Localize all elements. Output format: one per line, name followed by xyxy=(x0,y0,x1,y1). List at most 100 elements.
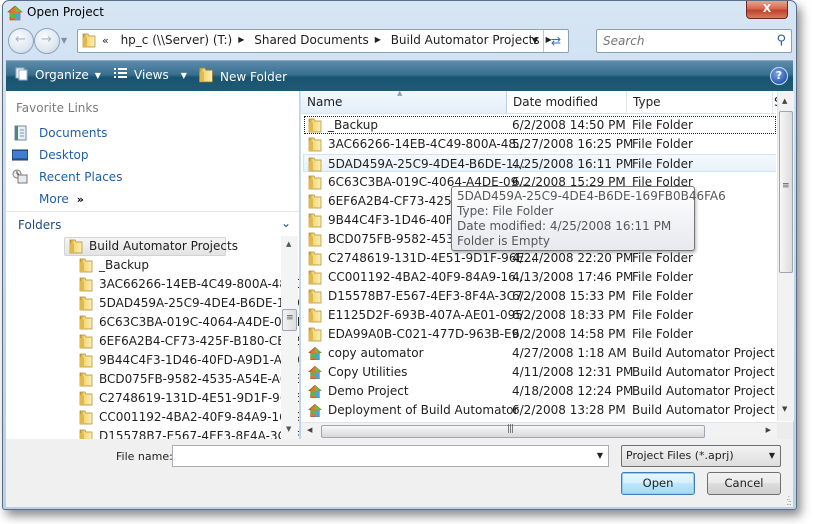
folder-info-tooltip: 5DAD459A-25C9-4DE4-B6DE-169FB0B46FA6 Typ… xyxy=(451,186,726,251)
resize-grip-icon[interactable]: .:.:: xyxy=(786,494,792,507)
views-dropdown-icon: ▼ xyxy=(180,71,187,80)
column-header-name[interactable]: ▲ Name xyxy=(301,89,507,113)
close-button[interactable]: X xyxy=(746,1,788,19)
scrollbar-thumb[interactable]: ≡ xyxy=(282,309,297,331)
project-file-row[interactable]: Copy Utilities 4/11/2008 12:31 PM Build Au… xyxy=(304,363,776,381)
cancel-button[interactable]: Cancel xyxy=(707,472,781,495)
folder-icon xyxy=(79,353,93,368)
breadcrumb-overflow[interactable]: « xyxy=(102,34,109,47)
file-name-combobox[interactable]: ▼ xyxy=(172,445,609,467)
column-header-label: Type xyxy=(633,95,661,109)
scrollbar-thumb[interactable]: ≡ xyxy=(779,111,793,273)
breadcrumb: « hp_c (\\Server) (T:) ▶ Shared Documents… xyxy=(102,33,558,47)
double-chevron-right-icon: » xyxy=(76,193,84,206)
file-type: File Folder xyxy=(632,137,693,151)
back-arrow-icon: ← xyxy=(15,32,26,47)
folder-row[interactable]: 3AC66266-14EB-4C49-800A-48... 5/27/2008 1… xyxy=(304,135,776,153)
tree-item-build-automator-projects[interactable]: Build Automator Projects xyxy=(64,237,238,256)
folder-row[interactable]: _Backup 6/2/2008 14:50 PM File Folder xyxy=(304,116,776,134)
breadcrumb-item-shared-documents[interactable]: Shared Documents xyxy=(254,33,368,47)
scroll-left-arrow-icon[interactable]: ◀ xyxy=(307,426,312,434)
file-name-input[interactable] xyxy=(176,446,590,466)
scroll-right-arrow-icon[interactable]: ▶ xyxy=(766,426,771,434)
scroll-down-arrow-icon[interactable]: ▼ xyxy=(782,405,787,413)
file-list-pane: ▲ Name Date modified Type S _Backup 6/2/2… xyxy=(301,89,794,440)
file-list-horizontal-scrollbar[interactable]: ◀ ||| ▶ xyxy=(301,422,777,440)
folder-row[interactable]: C2748619-131D-4E51-9D1F-96E... 4/24/2008 … xyxy=(304,249,776,267)
tree-item-label: 9B44C4F3-1D46-40FD-A9D1-A160E xyxy=(99,353,299,367)
refresh-icon: ⇄ xyxy=(550,34,562,48)
tree-item-label: C2748619-131D-4E51-9D1F-96E62D xyxy=(99,391,299,405)
column-header-type[interactable]: Type xyxy=(627,91,773,113)
folder-tree-scrollbar[interactable]: ▲ ≡ ▼ xyxy=(281,236,298,439)
tree-item-label: 5DAD459A-25C9-4DE4-B6DE-169FE xyxy=(99,296,299,310)
favorite-links-more[interactable]: More » xyxy=(10,189,280,209)
project-file-row[interactable]: copy automator 4/27/2008 1:18 AM Build Aut… xyxy=(304,344,776,362)
breadcrumb-separator-icon[interactable]: ▶ xyxy=(375,35,381,44)
file-type-select[interactable]: Project Files (*.aprj) ▼ xyxy=(621,445,781,467)
file-name: CC001192-4BA2-40F9-84A9-16... xyxy=(328,270,528,284)
address-bar[interactable]: « hp_c (\\Server) (T:) ▶ Shared Documents… xyxy=(77,29,569,53)
views-icon xyxy=(114,68,127,78)
forward-button[interactable]: → xyxy=(34,28,60,54)
scroll-down-arrow-icon[interactable]: ▼ xyxy=(286,425,291,433)
folder-row[interactable]: E1125D2F-693B-407A-AE01-095... 6/2/2008 1… xyxy=(304,306,776,324)
folder-row[interactable]: 5DAD459A-25C9-4DE4-B6DE-1... 4/25/2008 16… xyxy=(303,154,776,172)
folder-row[interactable]: D15578B7-E567-4EF3-8F4A-3C7... 6/2/2008 1… xyxy=(304,287,776,305)
favorite-link-label: Recent Places xyxy=(39,170,123,184)
file-type: Build Automator Project xyxy=(632,384,775,398)
search-input[interactable] xyxy=(601,33,765,49)
folder-icon xyxy=(308,175,322,190)
organize-button[interactable]: Organize ▼ xyxy=(15,67,101,82)
recent-pages-dropdown[interactable]: ▼ xyxy=(61,36,67,45)
tree-item-label: Build Automator Projects xyxy=(89,239,238,253)
tooltip-status: Folder is Empty xyxy=(457,234,550,248)
refresh-button[interactable]: ⇄ xyxy=(543,30,568,52)
help-icon[interactable]: ? xyxy=(770,67,788,85)
grip-icon: ≡ xyxy=(782,181,790,191)
file-name: EDA99A0B-C021-477D-963B-E9... xyxy=(328,327,531,341)
folder-icon xyxy=(308,251,322,266)
file-date-modified: 4/25/2008 16:11 PM xyxy=(512,157,634,171)
file-type: Build Automator Project xyxy=(632,346,775,360)
back-button[interactable]: ← xyxy=(8,28,34,54)
new-folder-button[interactable]: New Folder xyxy=(198,67,287,84)
scrollbar-thumb[interactable]: ||| xyxy=(321,424,705,438)
chevron-down-icon[interactable]: ⌄ xyxy=(281,216,291,230)
folder-row[interactable]: CC001192-4BA2-40F9-84A9-16... 4/13/2008 1… xyxy=(304,268,776,286)
folder-row[interactable]: EDA99A0B-C021-477D-963B-E9... 6/2/2008 14… xyxy=(304,325,776,343)
address-dropdown-icon[interactable]: ▼ xyxy=(532,36,538,45)
file-list-vertical-scrollbar[interactable]: ▲ ≡ ▼ xyxy=(777,91,794,421)
more-label: More xyxy=(39,192,69,206)
favorite-links-header: Favorite Links xyxy=(16,101,99,115)
scroll-up-arrow-icon[interactable]: ▲ xyxy=(286,240,291,248)
file-name: C2748619-131D-4E51-9D1F-96E... xyxy=(328,251,536,265)
file-name-dropdown-icon[interactable]: ▼ xyxy=(597,451,603,460)
file-type: File Folder xyxy=(632,289,693,303)
column-header-label: Date modified xyxy=(513,95,599,109)
build-automator-project-icon xyxy=(308,403,322,418)
project-file-row[interactable]: Deployment of Build Automator 6/2/2008 13… xyxy=(304,401,776,419)
file-type-selected: Project Files (*.aprj) xyxy=(626,449,734,462)
folder-icon xyxy=(79,410,93,425)
grip-icon: ≡ xyxy=(286,313,294,323)
breadcrumb-separator-icon[interactable]: ▶ xyxy=(238,35,244,44)
column-header-date-modified[interactable]: Date modified xyxy=(507,91,627,113)
file-name: _Backup xyxy=(328,118,378,132)
tree-item-label: 6EF6A2B4-CF73-425F-B180-CB92A xyxy=(99,334,299,348)
favorite-link-desktop[interactable]: Desktop xyxy=(10,145,280,165)
scroll-up-arrow-icon[interactable]: ▲ xyxy=(782,97,787,105)
open-button[interactable]: Open xyxy=(621,472,695,495)
project-file-row[interactable]: Demo Project 4/18/2008 12:24 PM Build Auto… xyxy=(304,382,776,400)
folders-header[interactable]: Folders ⌄ xyxy=(6,211,299,237)
favorite-link-documents[interactable]: Documents xyxy=(10,123,280,143)
search-box[interactable]: ⚲ xyxy=(596,29,792,53)
recent-places-icon xyxy=(12,169,28,184)
breadcrumb-item-drive[interactable]: hp_c (\\Server) (T:) xyxy=(121,33,233,47)
search-icon[interactable]: ⚲ xyxy=(776,33,786,48)
views-button[interactable]: Views ▼ xyxy=(114,67,187,82)
favorite-link-recent-places[interactable]: Recent Places xyxy=(10,167,280,187)
folder-icon xyxy=(308,289,322,304)
breadcrumb-item-build-automator-projects[interactable]: Build Automator Projects xyxy=(391,33,540,47)
folder-icon xyxy=(82,33,96,48)
